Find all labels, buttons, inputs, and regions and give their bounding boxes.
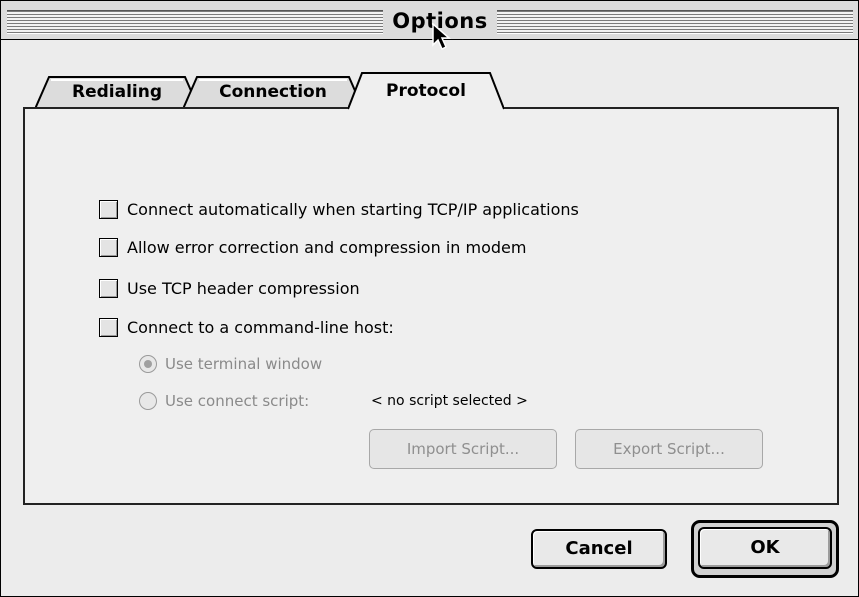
options-dialog: Options Redialing Connection Protocol Co…	[0, 0, 859, 597]
title-bar[interactable]: Options	[1, 1, 858, 40]
option-error-correction[interactable]: Allow error correction and compression i…	[99, 237, 526, 259]
radio-label: Use connect script:	[165, 392, 310, 410]
tab-label-connection: Connection	[219, 82, 327, 102]
tab-redialing[interactable]: Redialing	[35, 75, 199, 109]
cancel-button[interactable]: Cancel	[531, 529, 667, 569]
mouse-pointer-icon	[432, 23, 451, 51]
radio-use-terminal-window[interactable]: Use terminal window	[139, 353, 322, 375]
radio-use-connect-script[interactable]: Use connect script:	[139, 390, 309, 412]
radio-label: Use terminal window	[165, 355, 323, 373]
tab-protocol[interactable]: Protocol	[348, 71, 504, 111]
tab-label-redialing: Redialing	[71, 82, 162, 102]
checkbox-command-line-host[interactable]	[99, 318, 118, 337]
ok-button[interactable]: OK	[698, 527, 832, 569]
export-script-button[interactable]: Export Script...	[575, 429, 763, 469]
script-selection-value: < no script selected >	[371, 393, 528, 409]
title-bar-stripes-left	[7, 10, 383, 34]
import-script-button[interactable]: Import Script...	[369, 429, 557, 469]
title-bar-stripes-right	[497, 10, 853, 34]
option-label: Connect to a command-line host:	[127, 318, 394, 337]
option-label: Allow error correction and compression i…	[127, 238, 527, 257]
option-tcp-header-compression[interactable]: Use TCP header compression	[99, 278, 360, 300]
tab-connection[interactable]: Connection	[183, 75, 363, 109]
option-connect-automatically[interactable]: Connect automatically when starting TCP/…	[99, 199, 579, 221]
checkbox-connect-automatically[interactable]	[99, 200, 118, 219]
checkbox-tcp-header-compression[interactable]	[99, 279, 118, 298]
radio-button-script[interactable]	[139, 391, 157, 410]
checkbox-error-correction[interactable]	[99, 238, 118, 257]
option-label: Use TCP header compression	[127, 279, 360, 298]
option-label: Connect automatically when starting TCP/…	[127, 200, 579, 219]
option-command-line-host[interactable]: Connect to a command-line host:	[99, 317, 394, 339]
tab-label-protocol: Protocol	[386, 81, 466, 101]
radio-button-terminal[interactable]	[139, 354, 157, 373]
